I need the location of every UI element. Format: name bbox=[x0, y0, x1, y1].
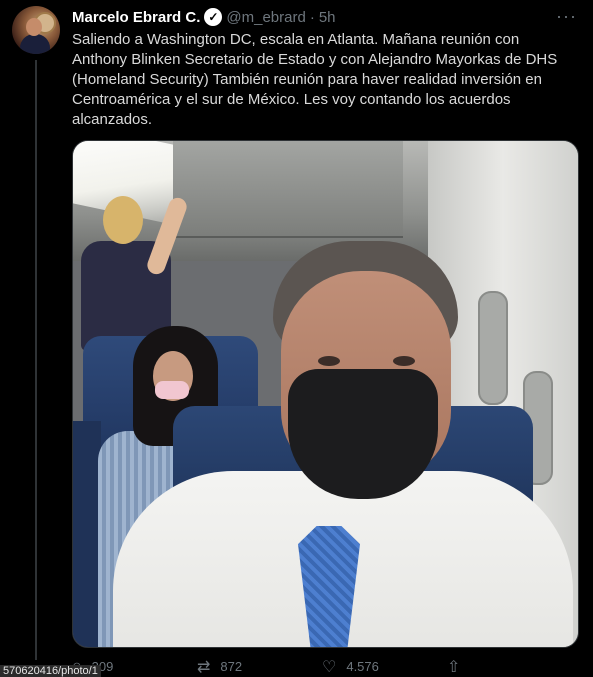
tweet-time[interactable]: 5h bbox=[319, 9, 336, 26]
photo-overhead-bins bbox=[173, 141, 403, 238]
retweet-icon: ⇄ bbox=[197, 658, 211, 676]
photo-man-eye bbox=[318, 356, 340, 366]
avatar-body bbox=[20, 34, 50, 54]
tweet-container[interactable]: Marcelo Ebrard C. ✓ @m_ebrard · 5h ··· S… bbox=[0, 0, 593, 677]
retweet-button[interactable]: ⇄ 872 bbox=[197, 657, 322, 677]
more-options-icon[interactable]: ··· bbox=[556, 6, 577, 27]
avatar-head bbox=[26, 18, 42, 36]
retweet-count: 872 bbox=[220, 659, 243, 674]
photo-passenger-mask bbox=[155, 381, 189, 399]
tweet-text: Saliendo a Washington DC, escala en Atla… bbox=[72, 31, 558, 128]
thread-line bbox=[35, 60, 37, 660]
tweet-photo[interactable] bbox=[72, 140, 579, 648]
avatar[interactable] bbox=[12, 6, 60, 54]
share-button[interactable]: ⇧ bbox=[447, 657, 572, 677]
photo-man-mask bbox=[288, 369, 438, 499]
tweet-actions: ○ 309 ⇄ 872 ♡ 4.576 ⇧ bbox=[72, 656, 577, 677]
verified-badge-icon: ✓ bbox=[204, 8, 223, 26]
photo-window bbox=[478, 291, 508, 405]
like-button[interactable]: ♡ 4.576 bbox=[322, 657, 447, 677]
author-name[interactable]: Marcelo Ebrard C. bbox=[72, 9, 200, 26]
author-handle[interactable]: @m_ebrard bbox=[226, 9, 305, 26]
separator-dot: · bbox=[309, 8, 315, 26]
status-url-tooltip: 570620416/photo/1 bbox=[0, 665, 101, 677]
photo-attendant-head bbox=[103, 196, 143, 244]
like-count: 4.576 bbox=[346, 659, 379, 674]
photo-man-eye bbox=[393, 356, 415, 366]
photo-seat-far-left bbox=[73, 421, 101, 647]
tweet-header: Marcelo Ebrard C. ✓ @m_ebrard · 5h bbox=[72, 8, 336, 26]
share-icon: ⇧ bbox=[447, 658, 461, 676]
like-icon: ♡ bbox=[322, 658, 337, 676]
